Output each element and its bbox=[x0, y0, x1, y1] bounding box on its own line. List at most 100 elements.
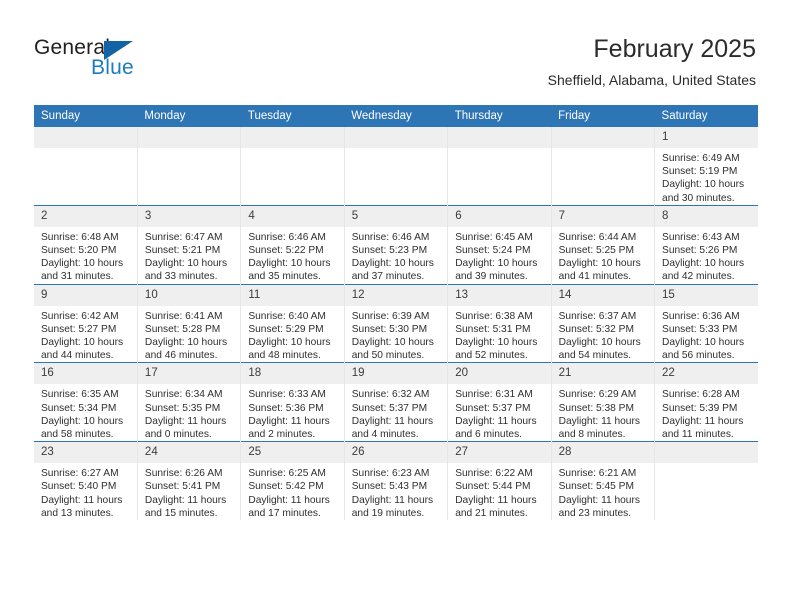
sunset-text: Sunset: 5:22 PM bbox=[248, 245, 324, 257]
calendar-day-cell[interactable]: 2 Sunrise: 6:48 AM Sunset: 5:20 PM Daylight… bbox=[34, 204, 138, 285]
day-number: 19 bbox=[344, 363, 448, 385]
calendar-week-row: 1 Sunrise: 6:49 AM Sunset: 5:19 PM Daylight… bbox=[34, 127, 758, 206]
day-number-band bbox=[137, 127, 241, 148]
day-details: Sunrise: 6:34 AM Sunset: 5:35 PM Daylight:… bbox=[138, 384, 240, 441]
sunset-text: Sunset: 5:37 PM bbox=[455, 402, 531, 414]
column-header-saturday: Saturday bbox=[654, 105, 758, 127]
daylight-text: Daylight: 10 hours and 52 minutes. bbox=[455, 337, 538, 362]
calendar-day-cell[interactable]: 20 Sunrise: 6:31 AM Sunset: 5:37 PM Dayligh… bbox=[447, 362, 552, 442]
day-number: 6 bbox=[448, 205, 551, 227]
day-details: Sunrise: 6:37 AM Sunset: 5:32 PM Daylight:… bbox=[552, 306, 654, 363]
calendar-day-cell[interactable]: 8 Sunrise: 6:43 AM Sunset: 5:26 PM Daylight… bbox=[654, 204, 758, 285]
calendar-day-cell[interactable]: 17 Sunrise: 6:34 AM Sunset: 5:35 PM Dayligh… bbox=[136, 362, 241, 442]
calendar-week-row: 16 Sunrise: 6:35 AM Sunset: 5:34 PM Dayligh… bbox=[34, 362, 758, 442]
sunset-text: Sunset: 5:33 PM bbox=[662, 323, 738, 335]
day-details: Sunrise: 6:27 AM Sunset: 5:40 PM Daylight:… bbox=[34, 463, 137, 520]
sunset-text: Sunset: 5:38 PM bbox=[558, 402, 634, 414]
daylight-text: Daylight: 11 hours and 15 minutes. bbox=[144, 494, 227, 519]
day-number: 17 bbox=[137, 363, 241, 385]
calendar-day-cell[interactable]: 24 Sunrise: 6:26 AM Sunset: 5:41 PM Dayligh… bbox=[136, 441, 241, 521]
day-details: Sunrise: 6:26 AM Sunset: 5:41 PM Daylight:… bbox=[138, 463, 240, 520]
calendar-day-cell[interactable]: 25 Sunrise: 6:25 AM Sunset: 5:42 PM Dayligh… bbox=[240, 441, 345, 521]
day-details: Sunrise: 6:21 AM Sunset: 5:45 PM Daylight:… bbox=[552, 463, 654, 520]
daylight-text: Daylight: 10 hours and 41 minutes. bbox=[558, 258, 641, 283]
day-number: 23 bbox=[34, 442, 137, 464]
sunset-text: Sunset: 5:28 PM bbox=[144, 323, 221, 335]
day-details: Sunrise: 6:25 AM Sunset: 5:42 PM Daylight:… bbox=[241, 463, 343, 520]
calendar-day-cell[interactable]: 4 Sunrise: 6:46 AM Sunset: 5:22 PM Daylight… bbox=[240, 204, 345, 285]
calendar-day-cell[interactable]: 1 Sunrise: 6:49 AM Sunset: 5:19 PM Daylight… bbox=[654, 127, 758, 206]
brand-name-bottom: Blue bbox=[91, 56, 134, 79]
sunrise-text: Sunrise: 6:36 AM bbox=[662, 310, 740, 322]
sunrise-text: Sunrise: 6:34 AM bbox=[144, 389, 223, 401]
calendar-day-cell[interactable]: 12 Sunrise: 6:39 AM Sunset: 5:30 PM Dayligh… bbox=[343, 283, 448, 363]
calendar-day-cell[interactable]: 14 Sunrise: 6:37 AM Sunset: 5:32 PM Dayligh… bbox=[550, 283, 655, 363]
sunrise-text: Sunrise: 6:46 AM bbox=[248, 231, 326, 243]
calendar-day-cell[interactable]: 21 Sunrise: 6:29 AM Sunset: 5:38 PM Dayligh… bbox=[550, 362, 655, 442]
calendar-day-cell[interactable]: 26 Sunrise: 6:23 AM Sunset: 5:43 PM Dayligh… bbox=[343, 441, 448, 521]
calendar-week-row: 2 Sunrise: 6:48 AM Sunset: 5:20 PM Daylight… bbox=[34, 204, 758, 285]
daylight-text: Daylight: 10 hours and 50 minutes. bbox=[351, 337, 434, 362]
calendar-day-cell[interactable]: 9 Sunrise: 6:42 AM Sunset: 5:27 PM Daylight… bbox=[34, 283, 138, 363]
calendar-day-cell-empty bbox=[654, 441, 758, 521]
sunrise-text: Sunrise: 6:47 AM bbox=[144, 231, 223, 243]
calendar-day-cell[interactable]: 19 Sunrise: 6:32 AM Sunset: 5:37 PM Dayligh… bbox=[343, 362, 448, 442]
day-number: 10 bbox=[137, 284, 241, 306]
day-number-band bbox=[655, 442, 758, 464]
calendar-day-cell[interactable]: 16 Sunrise: 6:35 AM Sunset: 5:34 PM Dayligh… bbox=[34, 362, 138, 442]
brand-logo[interactable]: General Blue bbox=[34, 36, 214, 86]
sunrise-sunset-calendar: Sunday Monday Tuesday Wednesday Thursday… bbox=[34, 105, 758, 521]
column-header-tuesday: Tuesday bbox=[240, 105, 345, 127]
sunrise-text: Sunrise: 6:38 AM bbox=[455, 310, 533, 322]
calendar-day-cell[interactable]: 11 Sunrise: 6:40 AM Sunset: 5:29 PM Dayligh… bbox=[240, 283, 345, 363]
calendar-day-cell-empty bbox=[447, 127, 552, 206]
calendar-day-cell[interactable]: 15 Sunrise: 6:36 AM Sunset: 5:33 PM Dayligh… bbox=[654, 283, 758, 363]
daylight-text: Daylight: 10 hours and 39 minutes. bbox=[455, 258, 538, 283]
calendar-day-cell[interactable]: 23 Sunrise: 6:27 AM Sunset: 5:40 PM Dayligh… bbox=[34, 441, 138, 521]
calendar-day-cell[interactable]: 27 Sunrise: 6:22 AM Sunset: 5:44 PM Dayligh… bbox=[447, 441, 552, 521]
sunrise-text: Sunrise: 6:44 AM bbox=[558, 231, 637, 243]
day-number: 5 bbox=[344, 205, 448, 227]
daylight-text: Daylight: 10 hours and 46 minutes. bbox=[144, 337, 228, 362]
day-number: 27 bbox=[448, 442, 551, 464]
sunset-text: Sunset: 5:26 PM bbox=[662, 245, 738, 257]
daylight-text: Daylight: 10 hours and 31 minutes. bbox=[41, 258, 124, 283]
day-number: 25 bbox=[241, 442, 344, 464]
daylight-text: Daylight: 11 hours and 11 minutes. bbox=[662, 415, 744, 441]
daylight-text: Daylight: 11 hours and 8 minutes. bbox=[558, 415, 640, 441]
day-details: Sunrise: 6:49 AM Sunset: 5:19 PM Daylight:… bbox=[655, 148, 758, 205]
day-details: Sunrise: 6:36 AM Sunset: 5:33 PM Daylight:… bbox=[655, 306, 758, 363]
day-number-band bbox=[344, 127, 448, 148]
column-header-wednesday: Wednesday bbox=[344, 105, 448, 127]
calendar-day-cell[interactable]: 18 Sunrise: 6:33 AM Sunset: 5:36 PM Dayligh… bbox=[240, 362, 345, 442]
calendar-day-cell[interactable]: 28 Sunrise: 6:21 AM Sunset: 5:45 PM Dayligh… bbox=[550, 441, 655, 521]
sunrise-text: Sunrise: 6:27 AM bbox=[41, 468, 119, 480]
calendar-day-cell[interactable]: 5 Sunrise: 6:46 AM Sunset: 5:23 PM Daylight… bbox=[343, 204, 448, 285]
day-number: 24 bbox=[137, 442, 241, 464]
day-details: Sunrise: 6:29 AM Sunset: 5:38 PM Daylight:… bbox=[552, 384, 654, 441]
sunset-text: Sunset: 5:21 PM bbox=[144, 245, 221, 257]
day-number: 22 bbox=[655, 363, 758, 385]
sunrise-text: Sunrise: 6:48 AM bbox=[41, 231, 119, 243]
sunrise-text: Sunrise: 6:43 AM bbox=[662, 231, 740, 243]
day-number: 26 bbox=[344, 442, 448, 464]
sunset-text: Sunset: 5:43 PM bbox=[351, 481, 428, 493]
weekday-header-row: Sunday Monday Tuesday Wednesday Thursday… bbox=[34, 105, 758, 127]
day-details: Sunrise: 6:42 AM Sunset: 5:27 PM Daylight:… bbox=[34, 306, 137, 363]
calendar-week-row: 23 Sunrise: 6:27 AM Sunset: 5:40 PM Dayligh… bbox=[34, 441, 758, 521]
day-number: 8 bbox=[655, 205, 758, 227]
calendar-day-cell[interactable]: 7 Sunrise: 6:44 AM Sunset: 5:25 PM Daylight… bbox=[550, 204, 655, 285]
calendar-day-cell[interactable]: 6 Sunrise: 6:45 AM Sunset: 5:24 PM Daylight… bbox=[447, 204, 552, 285]
calendar-day-cell[interactable]: 13 Sunrise: 6:38 AM Sunset: 5:31 PM Dayligh… bbox=[447, 283, 552, 363]
daylight-text: Daylight: 11 hours and 2 minutes. bbox=[248, 415, 330, 441]
page-subtitle: Sheffield, Alabama, United States bbox=[547, 72, 756, 88]
sunrise-text: Sunrise: 6:40 AM bbox=[248, 310, 326, 322]
calendar-day-cell[interactable]: 3 Sunrise: 6:47 AM Sunset: 5:21 PM Daylight… bbox=[136, 204, 241, 285]
day-details: Sunrise: 6:47 AM Sunset: 5:21 PM Daylight:… bbox=[138, 227, 240, 284]
sunrise-text: Sunrise: 6:39 AM bbox=[351, 310, 430, 322]
day-number: 9 bbox=[34, 284, 137, 306]
calendar-day-cell[interactable]: 22 Sunrise: 6:28 AM Sunset: 5:39 PM Dayligh… bbox=[654, 362, 758, 442]
daylight-text: Daylight: 11 hours and 6 minutes. bbox=[455, 415, 537, 441]
daylight-text: Daylight: 11 hours and 21 minutes. bbox=[455, 494, 537, 519]
calendar-day-cell[interactable]: 10 Sunrise: 6:41 AM Sunset: 5:28 PM Dayligh… bbox=[136, 283, 241, 363]
